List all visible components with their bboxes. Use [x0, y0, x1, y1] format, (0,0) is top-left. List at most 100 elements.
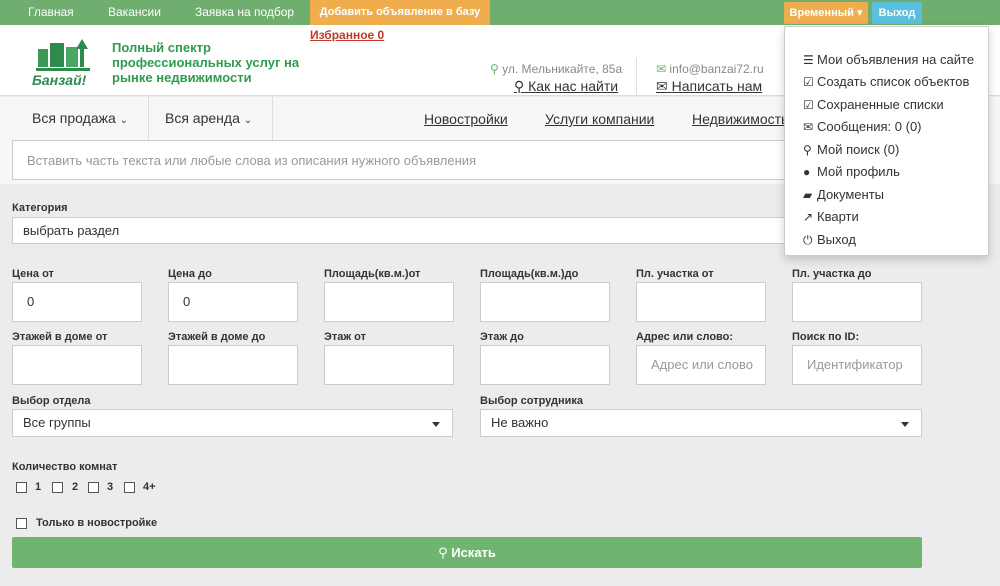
- room-3-checkbox[interactable]: [88, 482, 99, 493]
- share-icon: ↗: [803, 210, 814, 224]
- user-dropdown-menu: ☰ Мои объявления на сайте ☑ Создать список…: [784, 26, 989, 256]
- envelope-icon: ✉: [656, 62, 667, 76]
- services-link[interactable]: Услуги компании: [545, 111, 654, 127]
- new-builds-link[interactable]: Новостройки: [424, 111, 508, 127]
- rent-label: Вся аренда: [165, 110, 240, 126]
- id-search-input[interactable]: Идентификатор: [792, 345, 922, 385]
- price-from-input[interactable]: 0: [12, 282, 142, 322]
- folder-icon: ▰: [803, 188, 813, 202]
- realty-link[interactable]: Недвижимость: [692, 111, 788, 127]
- dept-value: Все группы: [23, 415, 91, 430]
- new-only-checkbox[interactable]: [16, 518, 27, 529]
- sale-label: Вся продажа: [32, 110, 116, 126]
- floors-to-input[interactable]: [168, 345, 298, 385]
- check-square-icon: ☑: [803, 75, 814, 89]
- dept-select[interactable]: Все группы: [12, 409, 453, 437]
- exit-button[interactable]: Выход: [872, 2, 922, 24]
- category-label: Категория: [12, 202, 68, 214]
- caret-down-icon: ▾: [856, 7, 863, 19]
- nav-home-link[interactable]: Главная: [28, 0, 74, 25]
- email-value: info@banzai72.ru: [669, 62, 764, 76]
- email-text: ✉ info@banzai72.ru: [656, 62, 764, 76]
- map-marker-icon: ⚲: [490, 62, 499, 76]
- company-slogan: Полный спектр профессиональных услуг на …: [112, 40, 300, 85]
- floor-to-label: Этаж до: [480, 331, 524, 343]
- floors-from-label: Этажей в доме от: [12, 331, 108, 343]
- floor-from-input[interactable]: [324, 345, 454, 385]
- chevron-down-icon: ⌄: [119, 115, 129, 126]
- menu-item-create-list[interactable]: ☑ Создать список объектов: [803, 74, 969, 89]
- plot-to-label: Пл. участка до: [792, 268, 872, 280]
- menu-item-label: Мой поиск (0): [817, 142, 900, 157]
- room-2-label: 2: [72, 481, 79, 493]
- menu-item-documents[interactable]: ▰ Документы: [803, 187, 884, 202]
- menu-item-my-search[interactable]: ⚲ Мой поиск (0): [803, 142, 899, 157]
- price-from-label: Цена от: [12, 268, 54, 280]
- header-divider: [636, 58, 637, 96]
- new-only-label: Только в новостройке: [36, 517, 158, 529]
- menu-item-label: Сообщения: 0 (0): [817, 119, 922, 134]
- menu-item-label: Мои объявления на сайте: [817, 52, 975, 67]
- top-navbar: Главная Вакансии Заявка на подбор Добави…: [0, 0, 1000, 25]
- temp-user-dropdown-button[interactable]: Временный ▾: [784, 2, 868, 24]
- address-search-input[interactable]: Адрес или слово: [636, 345, 766, 385]
- list-icon: ☰: [803, 53, 814, 67]
- address-text: ⚲ ул. Мельникайте, 85а: [490, 62, 622, 76]
- menu-item-label: Документы: [817, 187, 885, 202]
- rent-dropdown[interactable]: Вся аренда ⌄: [145, 97, 274, 140]
- menu-item-my-ads[interactable]: ☰ Мои объявления на сайте: [803, 52, 974, 67]
- area-from-input[interactable]: [324, 282, 454, 322]
- address-value: ул. Мельникайте, 85а: [502, 62, 623, 76]
- temp-user-label: Временный: [789, 7, 854, 19]
- floors-from-input[interactable]: [12, 345, 142, 385]
- menu-item-saved-lists[interactable]: ☑ Сохраненные списки: [803, 97, 944, 112]
- search-icon: ⚲: [514, 78, 525, 94]
- menu-item-label: Кварти: [817, 209, 859, 224]
- text-search-input[interactable]: Вставить часть текста или любые слова из…: [12, 140, 792, 180]
- how-to-find-link[interactable]: ⚲ Как нас найти: [514, 78, 618, 95]
- logo-text: Банзай!: [32, 72, 87, 88]
- room-1-checkbox[interactable]: [16, 482, 27, 493]
- room-4plus-checkbox[interactable]: [124, 482, 135, 493]
- price-to-input[interactable]: 0: [168, 282, 298, 322]
- envelope-icon: ✉: [803, 120, 814, 134]
- area-to-label: Площадь(кв.м.)до: [480, 268, 579, 280]
- menu-item-label: Создать список объектов: [817, 74, 970, 89]
- menu-item-kvarti[interactable]: ↗ Кварти: [803, 209, 859, 224]
- caret-down-icon: [901, 422, 909, 427]
- sale-dropdown[interactable]: Вся продажа ⌄: [12, 97, 150, 140]
- employee-select[interactable]: Не важно: [480, 409, 922, 437]
- area-to-input[interactable]: [480, 282, 610, 322]
- id-search-label: Поиск по ID:: [792, 331, 860, 343]
- menu-item-label: Мой профиль: [817, 164, 900, 179]
- user-icon: ●: [803, 165, 811, 179]
- menu-item-messages[interactable]: ✉ Сообщения: 0 (0): [803, 119, 922, 134]
- floor-to-input[interactable]: [480, 345, 610, 385]
- address-search-label: Адрес или слово:: [636, 331, 734, 343]
- nav-vacancies-link[interactable]: Вакансии: [108, 0, 161, 25]
- room-3-label: 3: [107, 481, 114, 493]
- menu-item-my-profile[interactable]: ● Мой профиль: [803, 164, 900, 179]
- plot-from-input[interactable]: [636, 282, 766, 322]
- caret-down-icon: [432, 422, 440, 427]
- search-icon: ⚲: [438, 545, 448, 560]
- power-icon: ⏻: [803, 233, 813, 247]
- check-square-icon: ☑: [803, 98, 814, 112]
- floors-to-label: Этажей в доме до: [168, 331, 266, 343]
- category-select[interactable]: выбрать раздел: [12, 217, 792, 244]
- room-1-label: 1: [35, 481, 42, 493]
- room-2-checkbox[interactable]: [52, 482, 63, 493]
- employee-label: Выбор сотрудника: [480, 395, 584, 407]
- nav-request-link[interactable]: Заявка на подбор: [195, 0, 294, 25]
- search-button-label: Искать: [451, 545, 496, 560]
- menu-item-logout[interactable]: ⏻ Выход: [803, 232, 856, 248]
- search-button[interactable]: ⚲ Искать: [12, 537, 922, 568]
- envelope-icon: ✉: [656, 78, 668, 94]
- plot-from-label: Пл. участка от: [636, 268, 714, 280]
- floor-from-label: Этаж от: [324, 331, 367, 343]
- write-us-link[interactable]: ✉ Написать нам: [656, 78, 762, 95]
- how-to-find-label: Как нас найти: [528, 78, 619, 94]
- favorites-link[interactable]: Избранное 0: [310, 28, 384, 42]
- plot-to-input[interactable]: [792, 282, 922, 322]
- add-ad-button[interactable]: Добавить объявление в базу: [310, 0, 490, 25]
